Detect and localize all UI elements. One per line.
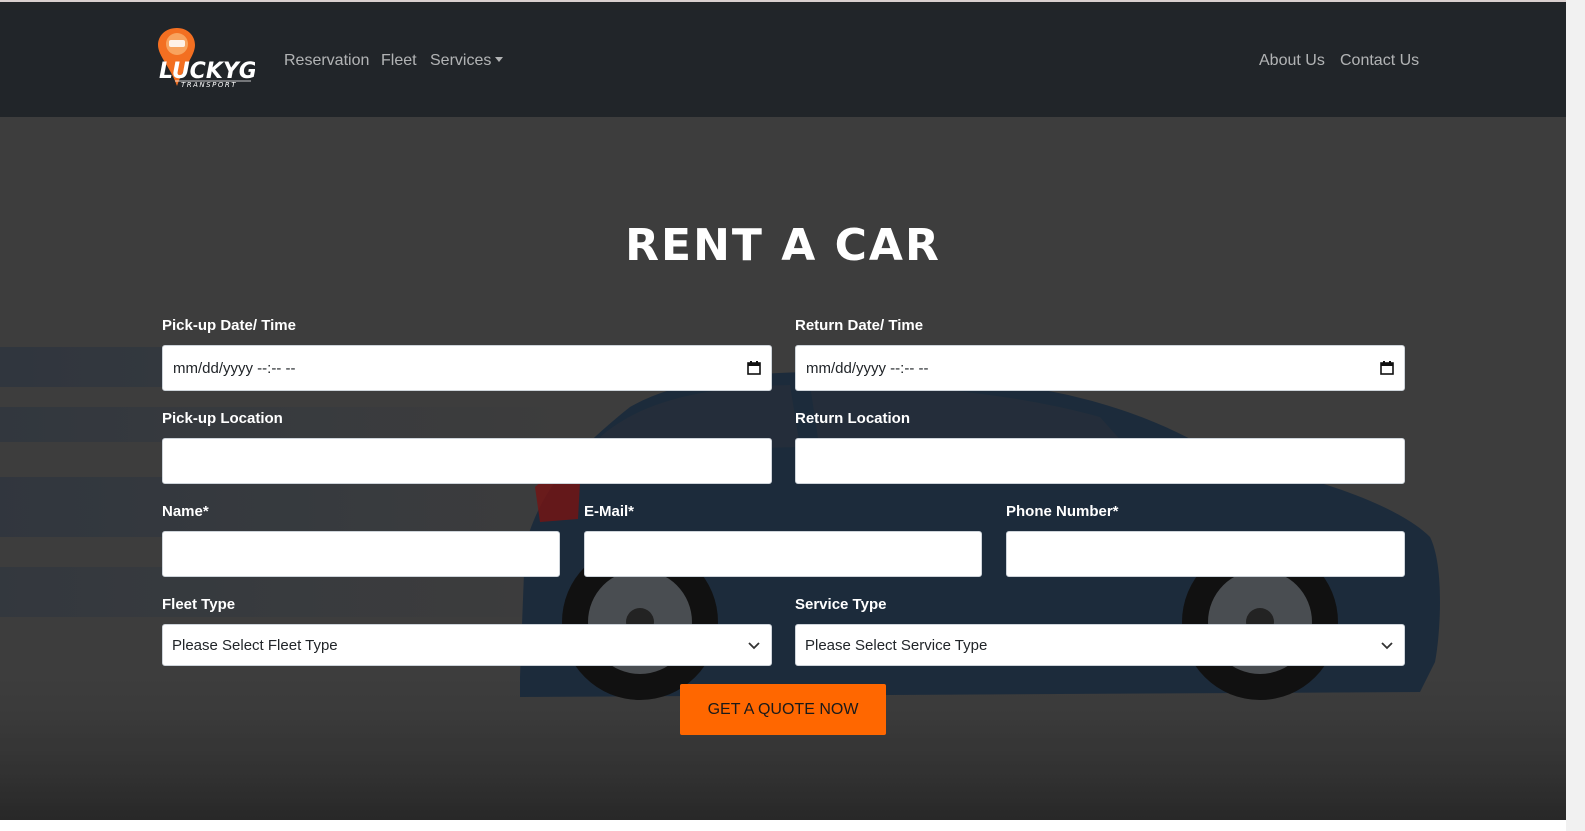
fleet-type-label: Fleet Type	[162, 596, 236, 613]
page-title: RENT A CAR	[625, 220, 941, 271]
nav-fleet[interactable]: Fleet	[381, 51, 417, 71]
return-location-input[interactable]	[795, 438, 1405, 484]
pickup-location-label: Pick-up Location	[162, 410, 283, 427]
calendar-icon[interactable]	[747, 361, 761, 375]
fleet-type-selected: Please Select Fleet Type	[172, 636, 338, 654]
pickup-datetime-label: Pick-up Date/ Time	[162, 317, 296, 334]
fleet-type-select[interactable]: Please Select Fleet Type	[162, 624, 772, 666]
logo-subtext: TRANSPORT	[181, 81, 237, 89]
brand-logo[interactable]: LUCKYG TRANSPORT	[155, 24, 257, 90]
nav-services-label: Services	[430, 52, 492, 69]
name-label: Name*	[162, 503, 209, 520]
service-type-selected: Please Select Service Type	[805, 636, 988, 654]
return-datetime-input[interactable]: mm/dd/yyyy --:-- --	[795, 345, 1405, 391]
return-location-label: Return Location	[795, 410, 910, 427]
calendar-icon[interactable]	[1380, 361, 1394, 375]
page-bottom-edge	[0, 820, 1566, 831]
get-quote-button[interactable]: GET A QUOTE NOW	[680, 684, 886, 735]
phone-input[interactable]	[1006, 531, 1405, 577]
nav-contact[interactable]: Contact Us	[1340, 51, 1419, 71]
service-type-select[interactable]: Please Select Service Type	[795, 624, 1405, 666]
phone-label: Phone Number*	[1006, 503, 1119, 520]
nav-about[interactable]: About Us	[1259, 51, 1325, 71]
email-label: E-Mail*	[584, 503, 635, 520]
nav-services-dropdown[interactable]: Services	[430, 51, 504, 71]
caret-down-icon	[495, 57, 504, 62]
service-type-label: Service Type	[795, 596, 887, 613]
return-datetime-value: mm/dd/yyyy --:-- --	[806, 359, 929, 377]
navbar: LUCKYG TRANSPORT Reservation Fleet Servi…	[0, 0, 1566, 117]
email-input[interactable]	[584, 531, 982, 577]
return-datetime-label: Return Date/ Time	[795, 317, 924, 334]
pickup-datetime-value: mm/dd/yyyy --:-- --	[173, 359, 296, 377]
name-input[interactable]	[162, 531, 560, 577]
hero-section: RENT A CAR Pick-up Date/ Time mm/dd/yyyy…	[0, 117, 1566, 820]
scrollbar[interactable]	[1566, 0, 1585, 831]
nav-reservation[interactable]: Reservation	[284, 51, 369, 71]
pickup-datetime-input[interactable]: mm/dd/yyyy --:-- --	[162, 345, 772, 391]
chevron-down-icon	[1381, 642, 1393, 650]
logo-pin-icon: LUCKYG TRANSPORT	[158, 28, 257, 89]
pickup-location-input[interactable]	[162, 438, 772, 484]
chevron-down-icon	[748, 642, 760, 650]
